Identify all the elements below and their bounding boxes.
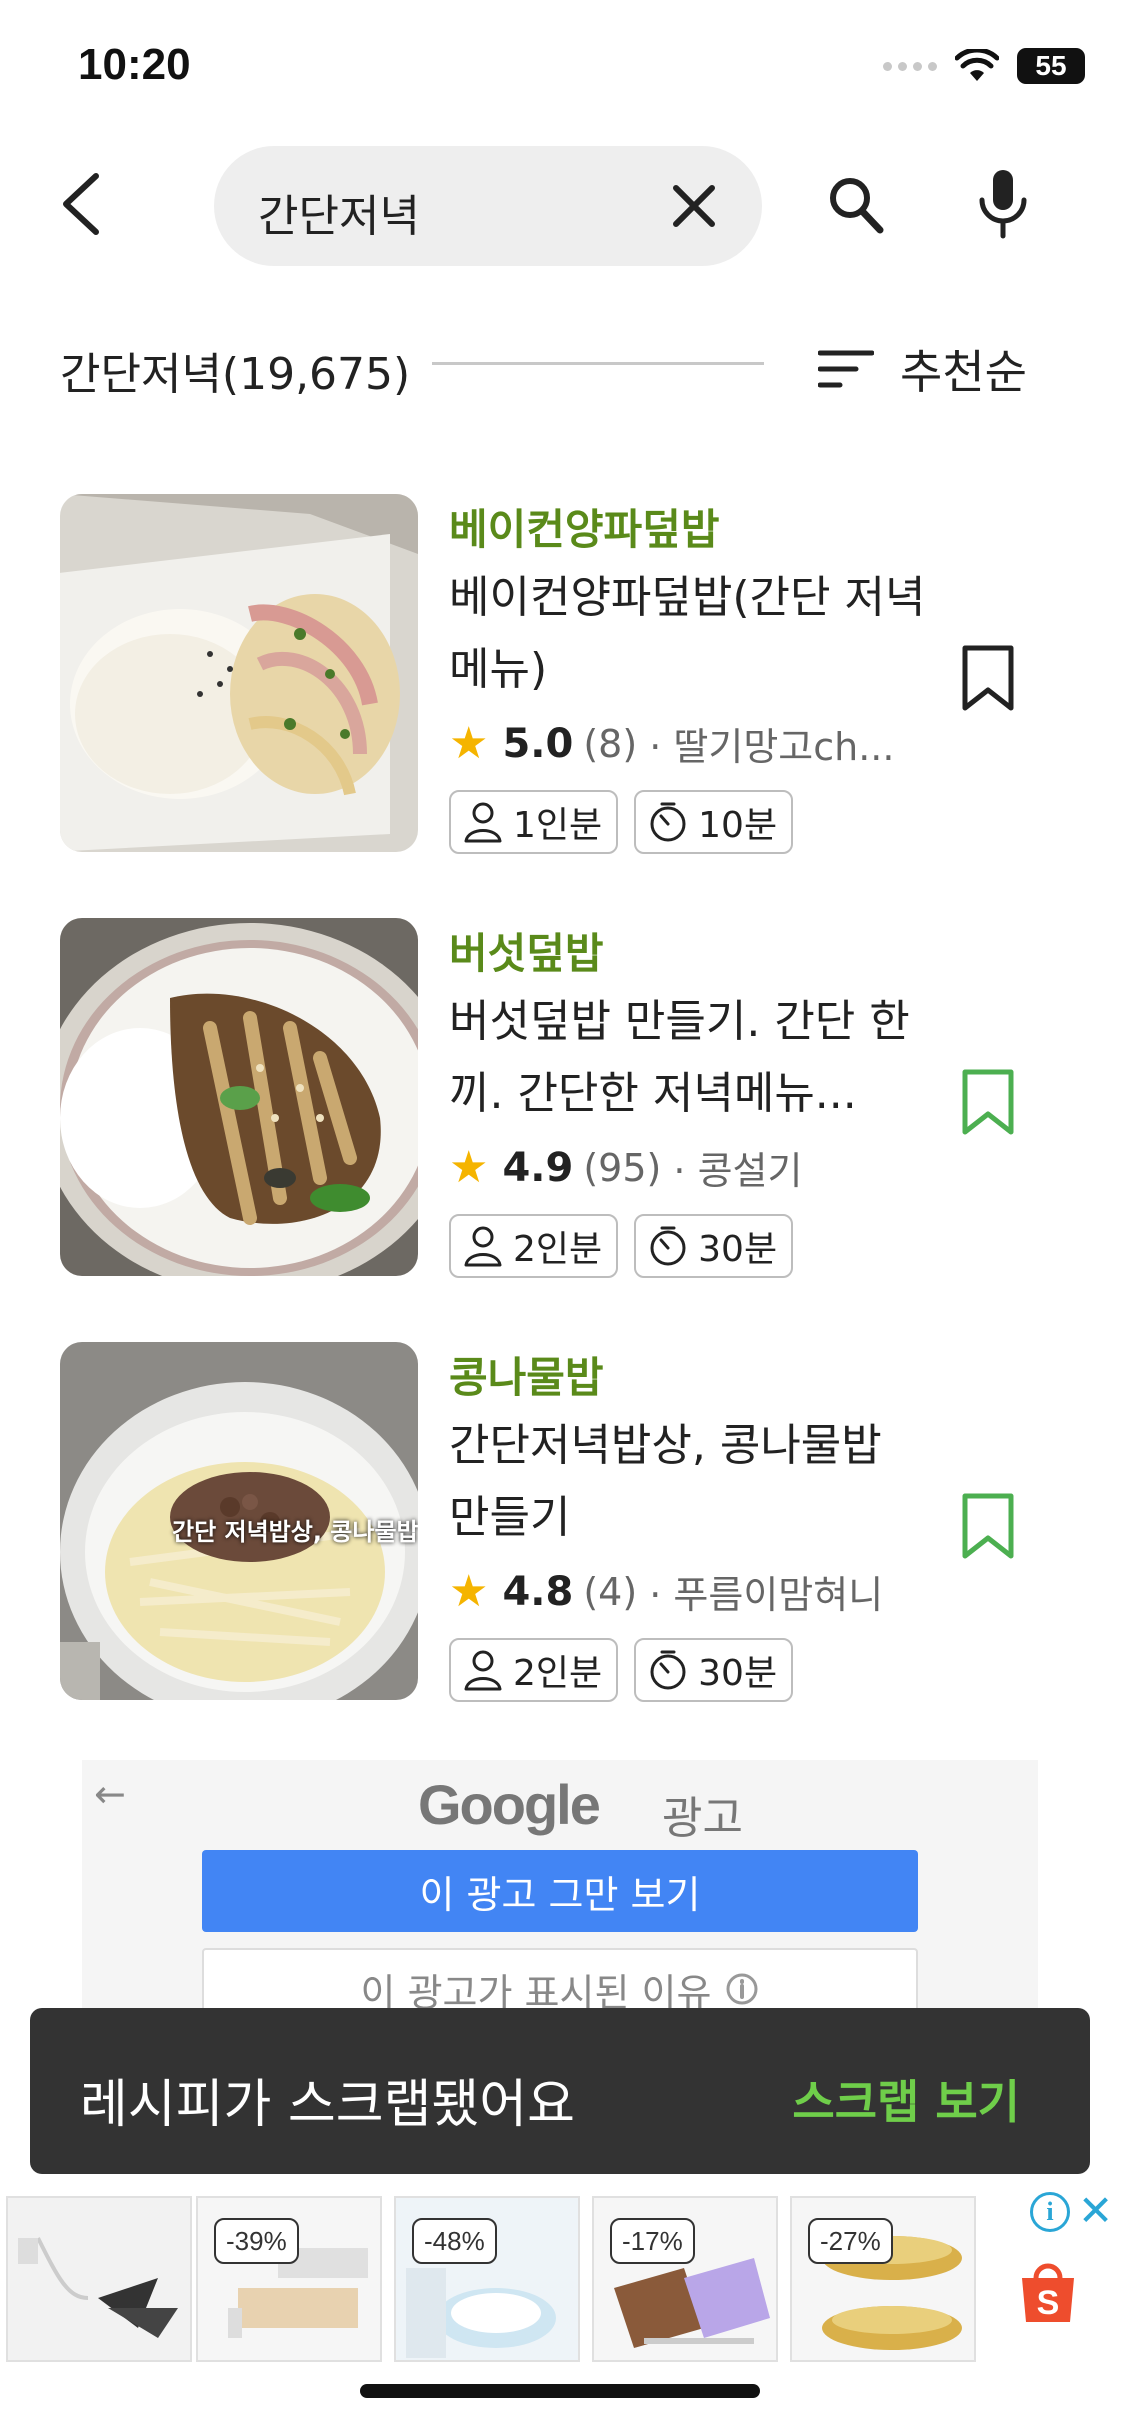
microphone-icon: [979, 170, 1027, 239]
snackbar-message: 레시피가 스크랩됐어요: [80, 2075, 575, 2135]
sort-icon: [818, 350, 874, 388]
image-overlay-text: 간단 저녁밥상, 콩나물밥: [172, 1518, 418, 1546]
recipe-card[interactable]: 간단 저녁밥상, 콩나물밥 콩나물밥 간단저녁밥상, 콩나물밥 만들기 ★ 4.…: [60, 1342, 1070, 1702]
servings-label: 2인분: [513, 1653, 603, 1694]
recipe-image: [60, 494, 418, 852]
recipe-image: 간단 저녁밥상, 콩나물밥: [60, 1342, 418, 1700]
battery-icon: 55: [1017, 48, 1085, 84]
recipe-author: · 푸름이맘혀니: [649, 1573, 884, 1617]
ad-panel: ← Google 광고 이 광고 그만 보기 이 광고가 표시된 이유: [82, 1760, 1038, 2030]
time-tag: 10분: [634, 790, 794, 854]
discount-badge: -48%: [412, 2218, 497, 2264]
servings-tag: 2인분: [449, 1638, 619, 1702]
divider: [432, 362, 764, 365]
person-icon: [464, 802, 502, 843]
recipe-author: · 딸기망고ch...: [649, 725, 895, 769]
recipe-category: 콩나물밥: [449, 1353, 604, 1402]
recipe-category: 버섯덮밥: [449, 929, 604, 978]
bookmark-icon[interactable]: [960, 1492, 1016, 1560]
adchoices-icon[interactable]: i: [1030, 2192, 1070, 2232]
sort-button[interactable]: 추천순: [818, 336, 1027, 402]
recipe-title: 버섯덮밥 만들기. 간단 한끼. 간단한 저녁메뉴...: [449, 996, 910, 1119]
discount-badge: -17%: [610, 2218, 695, 2264]
time-tag: 30분: [634, 1638, 794, 1702]
shopping-ad-banner[interactable]: -39% -48% -17% -27% i ✕ S: [0, 2186, 1125, 2364]
svg-text:S: S: [1037, 2284, 1060, 2322]
close-icon: [673, 185, 715, 227]
rating-score: 4.8: [502, 1568, 574, 1615]
person-icon: [464, 1226, 502, 1267]
recipe-rating: ★ 4.9 (95) · 콩설기: [449, 1140, 802, 1195]
ad-product[interactable]: [6, 2196, 192, 2362]
stop-ad-button[interactable]: 이 광고 그만 보기: [202, 1850, 918, 1932]
results-title: 간단저녁(19,675): [60, 349, 411, 400]
signal-icon: [883, 61, 937, 71]
voice-search-button[interactable]: [976, 168, 1030, 240]
servings-tag: 2인분: [449, 1214, 619, 1278]
ad-product[interactable]: -39%: [196, 2196, 382, 2362]
time-label: 10분: [698, 805, 778, 846]
bookmark-icon[interactable]: [960, 644, 1016, 712]
servings-label: 2인분: [513, 1229, 603, 1270]
servings-label: 1인분: [513, 805, 603, 846]
status-time: 10:20: [78, 40, 191, 89]
view-scrap-button[interactable]: 스크랩 보기: [792, 2066, 1020, 2132]
recipe-title: 베이컨양파덮밥(간단 저녁메뉴): [449, 572, 926, 695]
ad-product[interactable]: -27%: [790, 2196, 976, 2362]
bookmark-icon[interactable]: [960, 1068, 1016, 1136]
recipe-rating: ★ 4.8 (4) · 푸름이맘혀니: [449, 1564, 883, 1619]
sort-label: 추천순: [900, 345, 1027, 399]
rating-count: (4): [583, 1569, 638, 1614]
timer-icon: [650, 802, 686, 842]
search-query: 간단저녁: [258, 191, 420, 242]
clear-search-button[interactable]: [670, 182, 718, 230]
rating-score: 5.0: [502, 720, 574, 767]
wifi-icon: [955, 49, 999, 81]
recipe-image: [60, 918, 418, 1276]
person-icon: [464, 1650, 502, 1691]
recipe-title: 간단저녁밥상, 콩나물밥 만들기: [449, 1420, 882, 1543]
snackbar: 레시피가 스크랩됐어요 스크랩 보기: [30, 2008, 1090, 2174]
recipe-rating: ★ 5.0 (8) · 딸기망고ch...: [449, 716, 894, 771]
info-icon: [726, 1973, 758, 2005]
home-indicator[interactable]: [360, 2384, 760, 2398]
close-ad-icon[interactable]: ✕: [1078, 2186, 1113, 2235]
ad-product[interactable]: -48%: [394, 2196, 580, 2362]
rating-count: (8): [583, 721, 638, 766]
rating-count: (95): [583, 1145, 662, 1190]
ad-back-icon[interactable]: ←: [94, 1772, 126, 1816]
discount-badge: -39%: [214, 2218, 299, 2264]
timer-icon: [650, 1226, 686, 1266]
discount-badge: -27%: [808, 2218, 893, 2264]
recipe-card[interactable]: 베이컨양파덮밥 베이컨양파덮밥(간단 저녁메뉴) ★ 5.0 (8) · 딸기망…: [60, 494, 1070, 854]
timer-icon: [650, 1650, 686, 1690]
chevron-left-icon: [63, 173, 99, 235]
time-label: 30분: [698, 1229, 778, 1270]
recipe-category: 베이컨양파덮밥: [449, 505, 720, 554]
ad-label: 광고: [662, 1793, 743, 1844]
time-tag: 30분: [634, 1214, 794, 1278]
star-icon: ★: [449, 1142, 489, 1193]
search-input[interactable]: 간단저녁: [214, 146, 762, 266]
time-label: 30분: [698, 1653, 778, 1694]
servings-tag: 1인분: [449, 790, 619, 854]
search-button[interactable]: [826, 172, 886, 236]
ad-product[interactable]: -17%: [592, 2196, 778, 2362]
star-icon: ★: [449, 718, 489, 769]
recipe-author: · 콩설기: [673, 1149, 803, 1193]
status-icons: 55: [883, 48, 1085, 84]
rating-score: 4.9: [502, 1144, 574, 1191]
shopee-logo-icon: S: [1022, 2263, 1074, 2322]
google-logo: Google: [418, 1773, 601, 1836]
back-button[interactable]: [58, 168, 114, 240]
star-icon: ★: [449, 1566, 489, 1617]
recipe-card[interactable]: 버섯덮밥 버섯덮밥 만들기. 간단 한끼. 간단한 저녁메뉴... ★ 4.9 …: [60, 918, 1070, 1278]
search-icon: [830, 178, 884, 234]
